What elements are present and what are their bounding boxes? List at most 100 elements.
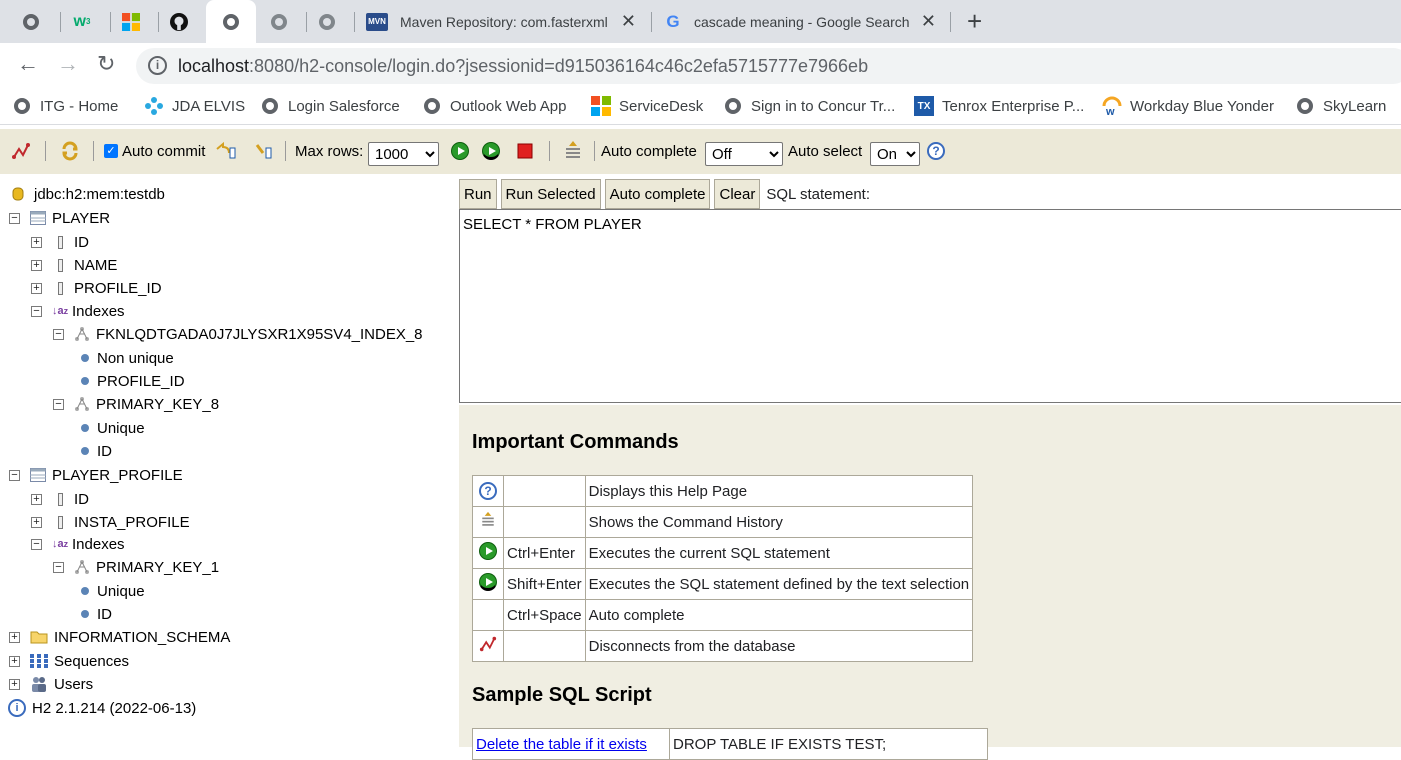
bookmark-skylearn[interactable]: SkyLearn: [1295, 95, 1386, 117]
sample-link[interactable]: Delete the table if it exists: [476, 736, 647, 753]
url-text[interactable]: localhost:8080/h2-console/login.do?jsess…: [178, 56, 868, 77]
tab-windows[interactable]: [122, 0, 150, 43]
expand-icon[interactable]: +: [31, 493, 42, 505]
tree-users[interactable]: + Users: [9, 674, 93, 694]
close-icon[interactable]: ✕: [921, 12, 936, 30]
users-icon: [30, 676, 48, 692]
tree-index-fk[interactable]: − FKNLQDTGADA0J7JLYSXR1X95SV4_INDEX_8: [53, 324, 423, 344]
run-icon[interactable]: [451, 140, 469, 162]
expand-icon[interactable]: +: [31, 516, 42, 528]
sample-sql-table: Delete the table if it exists DROP TABLE…: [472, 728, 988, 760]
expand-icon[interactable]: +: [9, 631, 20, 643]
bookmark-servicedesk[interactable]: ServiceDesk: [591, 95, 703, 117]
tree-information-schema[interactable]: + INFORMATION_SCHEMA: [9, 627, 230, 647]
clear-button[interactable]: Clear: [714, 179, 761, 209]
table-icon: [30, 467, 46, 483]
important-commands-title: Important Commands: [472, 431, 679, 453]
bookmark-salesforce[interactable]: Login Salesforce: [260, 95, 400, 117]
collapse-icon[interactable]: −: [31, 305, 42, 317]
auto-select-control: Auto select: [788, 140, 862, 162]
tab-github[interactable]: [170, 0, 198, 43]
bookmark-label: Workday Blue Yonder: [1130, 97, 1274, 115]
tree-column[interactable]: + ID: [31, 232, 89, 252]
max-rows-select[interactable]: 1000: [368, 142, 439, 166]
collapse-icon[interactable]: −: [31, 538, 42, 550]
auto-commit-checkbox[interactable]: ✓ Auto commit: [104, 140, 205, 162]
tree-column[interactable]: + ID: [31, 489, 89, 509]
run-selected-button[interactable]: Run Selected: [500, 179, 601, 209]
tree-column[interactable]: + PROFILE_ID: [31, 278, 162, 298]
tree-indexes[interactable]: − ↓a z Indexes: [31, 301, 125, 321]
auto-complete-label: Auto complete: [601, 142, 697, 160]
table-row: Shift+Enter Executes the SQL statement d…: [472, 568, 974, 600]
expand-icon[interactable]: +: [31, 236, 42, 248]
max-rows-control: Max rows:: [295, 140, 363, 162]
windows-icon: [122, 12, 140, 31]
disconnect-icon[interactable]: [11, 140, 31, 162]
reload-icon[interactable]: ↻: [97, 53, 115, 75]
tab-globe-1[interactable]: [22, 0, 50, 43]
help-icon[interactable]: ?: [927, 140, 945, 162]
bookmark-jda-elvis[interactable]: JDA ELVIS: [144, 95, 245, 117]
sequence-icon: [30, 653, 48, 669]
tab-globe-3[interactable]: [318, 0, 346, 43]
commit-icon[interactable]: [254, 140, 276, 162]
history-icon[interactable]: [563, 140, 583, 162]
globe-icon: [260, 96, 280, 116]
bookmark-concur[interactable]: Sign in to Concur Tr...: [723, 95, 895, 117]
globe-icon: [723, 96, 743, 116]
expand-icon[interactable]: +: [9, 655, 20, 667]
run-button[interactable]: Run: [459, 179, 497, 209]
tab-maven[interactable]: MVN Maven Repository: com.fasterxml ✕: [366, 0, 646, 43]
tree-table-player[interactable]: − PLAYER: [9, 208, 110, 228]
close-icon[interactable]: ✕: [621, 12, 636, 30]
index-prop: Unique: [97, 419, 145, 437]
bookmark-outlook[interactable]: Outlook Web App: [422, 95, 566, 117]
auto-complete-button[interactable]: Auto complete: [604, 179, 711, 209]
expand-icon[interactable]: +: [9, 678, 20, 690]
tree-index-prop: Non unique: [81, 348, 174, 368]
bookmark-workday[interactable]: w Workday Blue Yonder: [1102, 95, 1274, 117]
rollback-icon[interactable]: [215, 140, 237, 162]
expand-icon[interactable]: +: [31, 259, 42, 271]
bookmark-tenrox[interactable]: TX Tenrox Enterprise P...: [914, 95, 1084, 117]
tab-globe-2[interactable]: [270, 0, 298, 43]
new-tab-button[interactable]: +: [967, 8, 982, 34]
collapse-icon[interactable]: −: [53, 398, 64, 410]
sql-editor[interactable]: SELECT * FROM PLAYER: [459, 209, 1401, 403]
column-name: ID: [74, 490, 89, 508]
forward-icon[interactable]: →: [57, 53, 79, 75]
sort-az-icon: ↓a z: [51, 538, 69, 550]
auto-select-select[interactable]: On: [870, 142, 920, 166]
site-info-icon[interactable]: i: [148, 56, 167, 75]
tree-sequences[interactable]: + Sequences: [9, 651, 129, 671]
bookmark-label: ServiceDesk: [619, 97, 704, 115]
collapse-icon[interactable]: −: [53, 328, 64, 340]
tree-column[interactable]: + NAME: [31, 255, 117, 275]
collapse-icon[interactable]: −: [9, 212, 20, 224]
tree-index-pk8[interactable]: − PRIMARY_KEY_8: [53, 394, 219, 414]
bookmark-itg-home[interactable]: ITG - Home: [12, 95, 118, 117]
bookmark-label: JDA ELVIS: [172, 97, 246, 115]
refresh-icon[interactable]: [60, 140, 80, 162]
auto-complete-select[interactable]: Off: [705, 142, 783, 166]
collapse-icon[interactable]: −: [9, 469, 20, 481]
tab-google[interactable]: G cascade meaning - Google Search ✕: [664, 0, 946, 43]
expand-icon[interactable]: +: [31, 282, 42, 294]
stop-icon[interactable]: [517, 140, 533, 162]
collapse-icon[interactable]: −: [53, 561, 64, 573]
tab-h2-console[interactable]: [206, 0, 256, 43]
indexes-label: Indexes: [72, 535, 125, 553]
tree-index-pk1[interactable]: − PRIMARY_KEY_1: [53, 557, 219, 577]
bookmark-label: Tenrox Enterprise P...: [942, 97, 1085, 115]
run-selected-icon[interactable]: [482, 140, 500, 162]
tab-w3schools[interactable]: w3: [73, 0, 101, 43]
auto-complete-control: Auto complete: [601, 140, 697, 162]
address-bar[interactable]: i localhost:8080/h2-console/login.do?jse…: [136, 48, 1401, 84]
tree-table-player-profile[interactable]: − PLAYER_PROFILE: [9, 465, 183, 485]
back-icon[interactable]: ←: [17, 53, 39, 75]
checkbox-icon[interactable]: ✓: [104, 144, 118, 158]
tree-column[interactable]: + INSTA_PROFILE: [31, 512, 190, 532]
tree-connection[interactable]: jdbc:h2:mem:testdb: [10, 184, 165, 204]
tree-indexes[interactable]: − ↓a z Indexes: [31, 534, 125, 554]
